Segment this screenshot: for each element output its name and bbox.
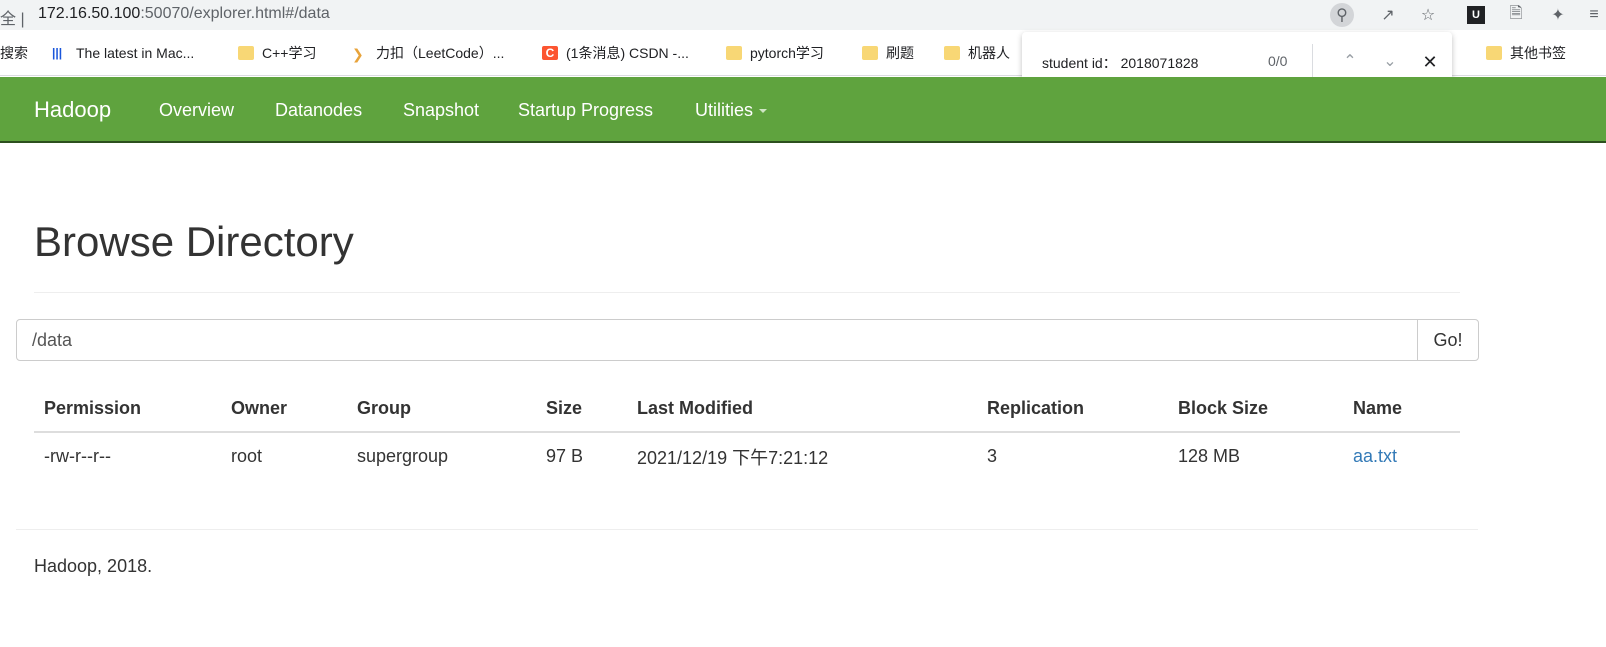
leetcode-icon: ❯ — [352, 46, 364, 62]
bookmark-leetcode[interactable]: ❯ 力扣（LeetCode）... — [352, 43, 504, 63]
chevron-up-icon[interactable]: ⌃ — [1338, 50, 1362, 74]
cell-permission: -rw-r--r-- — [44, 446, 111, 466]
puzzle-icon[interactable]: ✦ — [1546, 3, 1570, 27]
header-group[interactable]: Group — [347, 385, 536, 433]
chevron-down-icon[interactable]: ⌄ — [1378, 50, 1402, 74]
directory-path-input[interactable] — [16, 319, 1418, 361]
bookmark-label: 其他书签 — [1510, 45, 1566, 61]
folder-icon — [238, 46, 254, 60]
url-host: 172.16.50.100 — [38, 5, 141, 22]
url-path: :50070/explorer.html#/data — [140, 5, 330, 22]
page-title: Browse Directory — [34, 218, 354, 265]
address-bar[interactable]: 全 | 172.16.50.100:50070/explorer.html#/d… — [0, 0, 1606, 30]
bookmark-cpp[interactable]: C++学习 — [238, 43, 316, 63]
hadoop-navbar: Hadoop Overview Datanodes Snapshot Start… — [0, 77, 1606, 143]
nav-overview[interactable]: Overview — [159, 100, 234, 121]
bookmark-search[interactable]: 搜索 — [0, 43, 28, 63]
bookmark-label: 刷题 — [886, 45, 914, 61]
extension-u-icon[interactable]: U — [1464, 3, 1488, 27]
folder-icon — [862, 46, 878, 60]
header-permission[interactable]: Permission — [34, 385, 221, 433]
nav-utilities[interactable]: Utilities — [695, 100, 768, 121]
nav-datanodes[interactable]: Datanodes — [275, 100, 362, 121]
bookmark-label: (1条消息) CSDN -... — [566, 45, 689, 61]
header-block-size[interactable]: Block Size — [1168, 385, 1343, 433]
cell-block-size: 128 MB — [1178, 446, 1241, 466]
star-icon[interactable]: ☆ — [1416, 3, 1440, 27]
brand-link[interactable]: Hadoop — [34, 97, 111, 123]
directory-table: Permission Owner Group Size Last Modifie… — [34, 385, 1460, 480]
header-last-modified[interactable]: Last Modified — [627, 385, 977, 433]
cell-owner: root — [231, 446, 263, 466]
barcode-icon: ||| — [52, 46, 63, 60]
find-count: 0/0 — [1268, 53, 1288, 69]
bookmark-label: 搜索 — [0, 45, 28, 61]
address-prefix: 全 | — [0, 11, 25, 28]
table-header-row: Permission Owner Group Size Last Modifie… — [34, 385, 1460, 433]
bookmark-label: C++学习 — [262, 45, 317, 61]
header-name[interactable]: Name — [1343, 385, 1460, 433]
bookmark-csdn[interactable]: C (1条消息) CSDN -... — [542, 43, 689, 63]
bookmark-label: 力扣（LeetCode）... — [376, 45, 505, 61]
folder-icon — [1486, 46, 1502, 60]
bookmark-pytorch[interactable]: pytorch学习 — [726, 43, 824, 63]
folder-icon — [726, 46, 742, 60]
cell-size: 97 B — [546, 446, 584, 466]
bookmark-shuati[interactable]: 刷题 — [862, 43, 914, 63]
table-row: -rw-r--r-- root supergroup 97 B 2021/12/… — [34, 432, 1460, 480]
file-link[interactable]: aa.txt — [1353, 446, 1397, 466]
close-icon[interactable]: ✕ — [1418, 50, 1442, 74]
cell-last-modified: 2021/12/19 下午7:21:12 — [637, 447, 829, 468]
header-owner[interactable]: Owner — [221, 385, 347, 433]
bookmark-robot[interactable]: 机器人 — [944, 43, 1010, 63]
cell-name: aa.txt — [1343, 432, 1460, 480]
reading-list-icon[interactable]: ≡ — [1582, 3, 1606, 27]
folder-icon — [944, 46, 960, 60]
find-input[interactable]: student id： 2018071828 — [1042, 53, 1198, 73]
nav-snapshot[interactable]: Snapshot — [403, 100, 479, 121]
bookmark-label: 机器人 — [968, 45, 1010, 61]
header-size[interactable]: Size — [536, 385, 627, 433]
caret-down-icon — [759, 109, 768, 114]
csdn-icon: C — [542, 46, 558, 60]
nav-startup-progress[interactable]: Startup Progress — [518, 100, 653, 121]
url-text[interactable]: 172.16.50.100:50070/explorer.html#/data — [38, 5, 330, 23]
bookmark-mac[interactable]: ||| The latest in Mac... — [52, 43, 194, 63]
find-separator — [1312, 44, 1313, 80]
zoom-icon[interactable]: ⚲ — [1330, 3, 1354, 27]
bookmark-label: pytorch学习 — [750, 45, 824, 61]
title-divider — [34, 292, 1460, 293]
cell-group: supergroup — [357, 446, 449, 466]
header-replication[interactable]: Replication — [977, 385, 1168, 433]
document-icon[interactable]: 🗎 — [1504, 3, 1528, 27]
footer-text: Hadoop, 2018. — [34, 556, 153, 576]
go-button[interactable]: Go! — [1417, 319, 1479, 361]
share-icon[interactable]: ↗ — [1376, 3, 1400, 27]
footer-divider — [16, 529, 1478, 530]
bookmark-label: The latest in Mac... — [76, 45, 195, 61]
nav-utilities-label: Utilities — [695, 100, 754, 120]
cell-replication: 3 — [987, 446, 998, 466]
bookmark-other[interactable]: 其他书签 — [1486, 43, 1566, 63]
